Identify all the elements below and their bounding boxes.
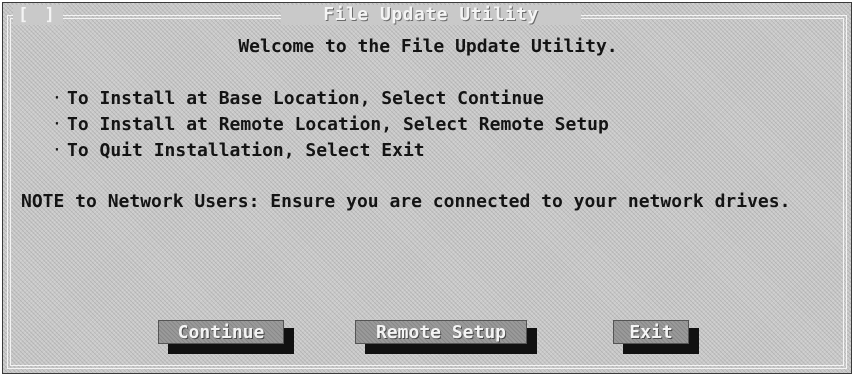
remote-setup-button[interactable]: Remote Setup — [355, 320, 527, 344]
instruction-text: To Install at Base Location, Select Cont… — [67, 88, 544, 109]
network-note: NOTE to Network Users: Ensure you are co… — [21, 191, 791, 212]
exit-button-group: Exit — [613, 320, 699, 354]
remote-setup-button-group: Remote Setup — [355, 320, 537, 354]
bullet-icon: · — [53, 117, 61, 132]
continue-button[interactable]: Continue — [158, 320, 284, 344]
instruction-item: · To Install at Base Location, Select Con… — [53, 86, 609, 112]
bullet-icon: · — [53, 143, 61, 158]
instruction-item: · To Quit Installation, Select Exit — [53, 138, 609, 164]
instruction-text: To Quit Installation, Select Exit — [67, 140, 425, 161]
instruction-list: · To Install at Base Location, Select Con… — [53, 86, 609, 164]
instruction-item: · To Install at Remote Location, Select R… — [53, 112, 609, 138]
dialog-title: File Update Utility — [281, 5, 581, 25]
close-box-button[interactable]: [ ] — [13, 5, 63, 25]
bullet-icon: · — [53, 91, 61, 106]
welcome-heading: Welcome to the File Update Utility. — [238, 36, 618, 57]
file-update-dialog: [ ] File Update Utility Welcome to the F… — [2, 2, 852, 374]
exit-button[interactable]: Exit — [613, 320, 689, 344]
continue-button-group: Continue — [158, 320, 294, 354]
instruction-text: To Install at Remote Location, Select Re… — [67, 114, 609, 135]
